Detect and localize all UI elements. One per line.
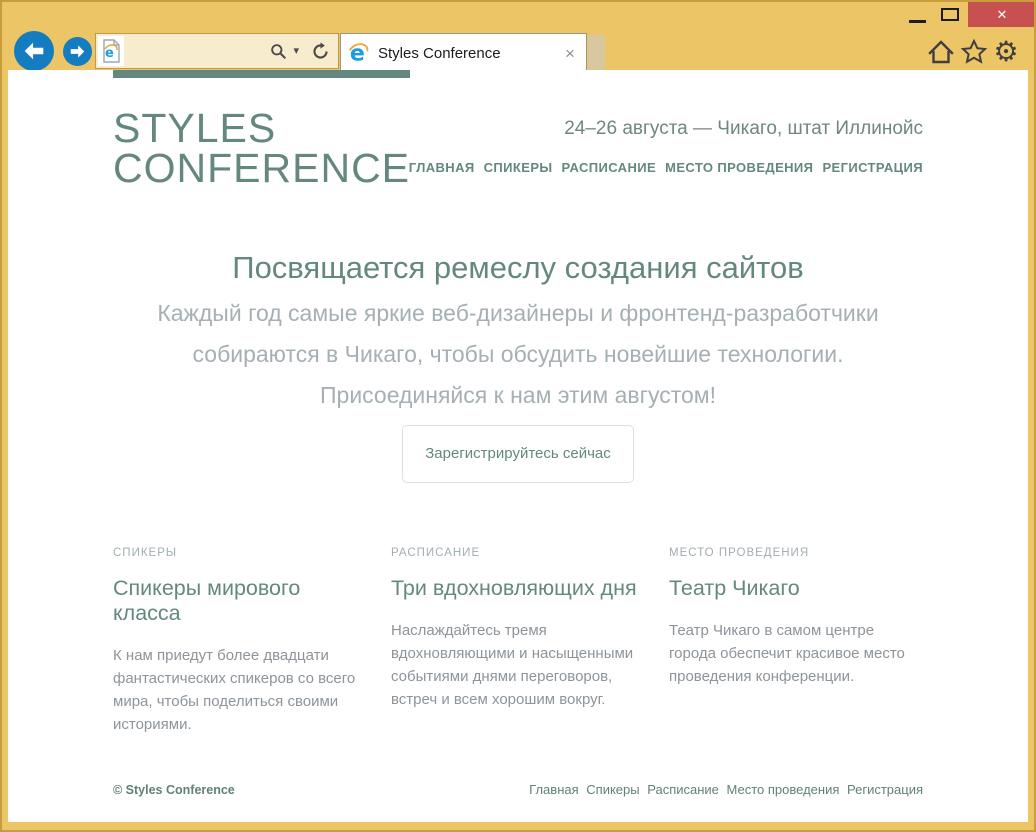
new-tab-button[interactable] bbox=[588, 35, 605, 70]
maximize-icon bbox=[941, 8, 959, 21]
site-footer: © Styles Conference Главная Спикеры Расп… bbox=[113, 782, 923, 797]
tab-title: Styles Conference bbox=[378, 45, 558, 62]
hero-lead-line-2: собираются в Чикаго, чтобы обсудить нове… bbox=[113, 334, 923, 375]
address-bar[interactable]: e ▾ bbox=[95, 33, 339, 69]
copyright: © Styles Conference bbox=[113, 783, 235, 797]
refresh-icon[interactable] bbox=[311, 42, 330, 61]
teaser-label: МЕСТО ПРОВЕДЕНИЯ bbox=[669, 547, 923, 559]
back-arrow-icon bbox=[21, 38, 47, 64]
gear-icon: ⚙ bbox=[993, 38, 1018, 66]
back-button[interactable] bbox=[14, 31, 54, 71]
teaser-label: РАСПИСАНИЕ bbox=[391, 547, 645, 559]
hero-lead-line-3: Присоединяйся к нам этим августом! bbox=[113, 375, 923, 416]
event-tagline: 24–26 августа — Чикаго, штат Иллинойс bbox=[409, 118, 923, 140]
home-button[interactable] bbox=[926, 37, 956, 67]
logo-line-2: CONFERENCE bbox=[113, 145, 410, 191]
browser-window: ✕ e ▾ bbox=[0, 0, 1036, 832]
teaser-text: Наслаждайтесь тремя вдохновляющими и нас… bbox=[391, 619, 645, 711]
tab-styles-conference[interactable]: e Styles Conference × bbox=[340, 33, 587, 72]
teaser-title-link[interactable]: Три вдохновляющих дня bbox=[391, 576, 645, 601]
minimize-icon bbox=[909, 20, 926, 23]
close-icon: ✕ bbox=[997, 7, 1008, 22]
footer-link-register[interactable]: Регистрация bbox=[847, 782, 923, 797]
teaser-text: К нам приедут более двадцати фантастичес… bbox=[113, 644, 367, 736]
ie-page-icon: e bbox=[101, 39, 121, 63]
nav-link-speakers[interactable]: СПИКЕРЫ bbox=[484, 160, 553, 175]
maximize-button[interactable] bbox=[940, 7, 960, 23]
nav-link-register[interactable]: РЕГИСТРАЦИЯ bbox=[822, 160, 923, 175]
teaser-title-link[interactable]: Театр Чикаго bbox=[669, 576, 923, 601]
home-icon bbox=[927, 38, 955, 66]
register-now-button[interactable]: Зарегистрируйтесь сейчас bbox=[402, 425, 634, 483]
hero-section: Посвящается ремеслу создания сайтов Кажд… bbox=[113, 250, 923, 483]
hero-lead-line-1: Каждый год самые яркие веб-дизайнеры и ф… bbox=[113, 293, 923, 334]
site-logo[interactable]: STYLESCONFERENCE bbox=[113, 70, 410, 188]
footer-link-home[interactable]: Главная bbox=[529, 782, 578, 797]
minimize-button[interactable] bbox=[908, 14, 928, 28]
chevron-down-icon[interactable]: ▾ bbox=[293, 46, 299, 57]
nav-link-venue[interactable]: МЕСТО ПРОВЕДЕНИЯ bbox=[665, 160, 813, 175]
settings-button[interactable]: ⚙ bbox=[991, 37, 1021, 67]
nav-link-home[interactable]: ГЛАВНАЯ bbox=[409, 160, 475, 175]
teasers-section: СПИКЕРЫ Спикеры мирового класса К нам пр… bbox=[113, 547, 923, 736]
star-icon bbox=[960, 38, 988, 66]
teaser-text: Театр Чикаго в самом центре города обесп… bbox=[669, 619, 923, 688]
page-favicon: e bbox=[98, 36, 124, 66]
ie-logo-icon: e bbox=[348, 42, 370, 64]
nav-link-schedule[interactable]: РАСПИСАНИЕ bbox=[562, 160, 657, 175]
forward-button[interactable] bbox=[63, 37, 92, 66]
header-nav: ГЛАВНАЯ СПИКЕРЫ РАСПИСАНИЕ МЕСТО ПРОВЕДЕ… bbox=[409, 160, 923, 175]
teaser-title-link[interactable]: Спикеры мирового класса bbox=[113, 576, 367, 626]
favorites-button[interactable] bbox=[959, 37, 989, 67]
footer-link-schedule[interactable]: Расписание bbox=[647, 782, 719, 797]
teaser-label: СПИКЕРЫ bbox=[113, 547, 367, 559]
page-content: STYLESCONFERENCE 24–26 августа — Чикаго,… bbox=[8, 70, 1028, 822]
tab-close-icon[interactable]: × bbox=[558, 45, 582, 62]
footer-nav: Главная Спикеры Расписание Место проведе… bbox=[529, 782, 923, 797]
footer-link-speakers[interactable]: Спикеры bbox=[586, 782, 639, 797]
teaser-schedule: РАСПИСАНИЕ Три вдохновляющих дня Наслажд… bbox=[391, 547, 645, 736]
teaser-speakers: СПИКЕРЫ Спикеры мирового класса К нам пр… bbox=[113, 547, 367, 736]
forward-arrow-icon bbox=[68, 42, 87, 61]
search-icon[interactable] bbox=[270, 43, 287, 60]
teaser-venue: МЕСТО ПРОВЕДЕНИЯ Театр Чикаго Театр Чика… bbox=[669, 547, 923, 736]
site-header: STYLESCONFERENCE 24–26 августа — Чикаго,… bbox=[113, 70, 923, 188]
footer-link-venue[interactable]: Место проведения bbox=[727, 782, 840, 797]
close-window-button[interactable]: ✕ bbox=[968, 2, 1036, 27]
hero-title: Посвящается ремеслу создания сайтов bbox=[113, 250, 923, 286]
